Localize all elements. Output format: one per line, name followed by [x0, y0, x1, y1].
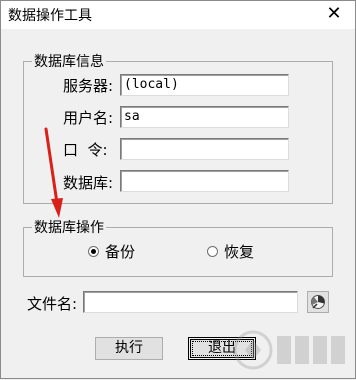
annotation-arrow — [44, 127, 63, 218]
watermark-logo — [233, 330, 345, 370]
app-window: 数据操作工具 ✕ 数据库信息 服务器: (local) 用户名: sa 口 令:… — [0, 0, 356, 379]
